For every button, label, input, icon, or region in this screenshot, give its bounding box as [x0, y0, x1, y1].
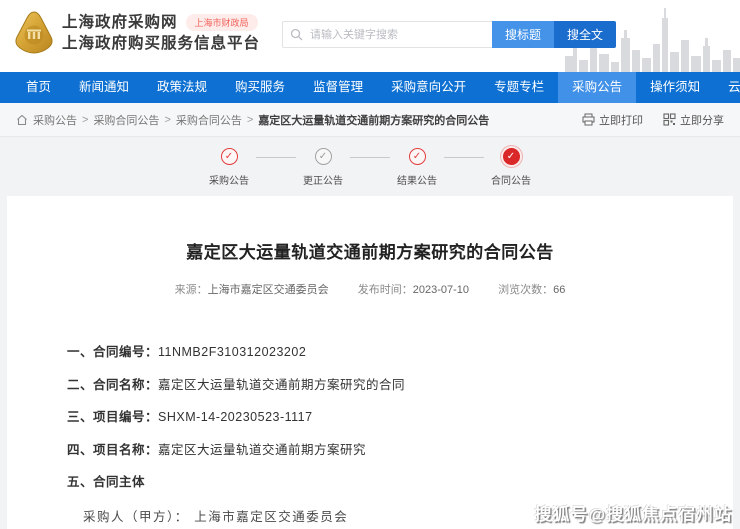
step-contract-announcement: ✓ 合同公告: [484, 148, 538, 187]
step-connector: [256, 157, 296, 158]
check-icon: ✓: [506, 150, 516, 162]
nav-item-intent-disclosure[interactable]: 采购意向公开: [377, 72, 480, 103]
contract-parties-heading: 五、合同主体: [67, 475, 146, 489]
nav-item-purchase-services[interactable]: 购买服务: [221, 72, 299, 103]
article-title: 嘉定区大运量轨道交通前期方案研究的合同公告: [186, 243, 554, 262]
step-procurement-announcement: ✓ 采购公告: [202, 148, 256, 187]
project-name-row: 四、项目名称：嘉定区大运量轨道交通前期方案研究: [67, 442, 367, 457]
search-icon: [290, 28, 303, 41]
site-subtitle: 上海政府购买服务信息平台: [62, 35, 261, 52]
breadcrumb-item[interactable]: 采购合同公告: [176, 112, 242, 128]
check-icon: ✓: [224, 150, 234, 162]
project-number-row: 三、项目编号：SHXM-14-20230523-1117: [67, 410, 313, 424]
step-connector: [350, 157, 390, 158]
sohu-watermark: 搜狐号@搜狐焦点宿州站: [534, 505, 732, 524]
breadcrumb-separator: >: [164, 113, 171, 126]
source-label: 来源：: [174, 284, 208, 296]
contract-name-row: 二、合同名称：嘉定区大运量轨道交通前期方案研究的合同: [67, 377, 406, 392]
print-button[interactable]: 立即打印: [582, 112, 643, 128]
views-label: 浏览次数：: [498, 284, 554, 296]
breadcrumb: 采购公告 > 采购合同公告 > 采购合同公告 > 嘉定区大运量轨道交通前期方案研…: [0, 103, 740, 137]
step-connector: [444, 157, 484, 158]
nav-item-special-columns[interactable]: 专题专栏: [480, 72, 558, 103]
search-input[interactable]: [282, 21, 492, 48]
finance-bureau-badge: 上海市财政局: [185, 14, 258, 31]
announcement-steps: ✓ 采购公告 ✓ 更正公告 ✓ 结果公告 ✓ 合同公告: [0, 137, 740, 195]
step-label: 更正公告: [303, 176, 343, 187]
contract-number-row: 一、合同编号：11NMB2F310312023202: [67, 345, 307, 359]
breadcrumb-item[interactable]: 采购公告: [33, 112, 77, 128]
qr-code-icon: [663, 113, 676, 126]
nav-item-news[interactable]: 新闻通知: [65, 72, 143, 103]
source-value: 上海市嘉定区交通委员会: [207, 284, 329, 296]
publish-date-value: 2023-07-10: [412, 284, 470, 296]
nav-item-cloud-trading-platform[interactable]: 云采交易平台: [714, 72, 740, 103]
publish-date-label: 发布时间：: [357, 284, 413, 296]
gov-procurement-logo-icon: [15, 11, 53, 54]
check-icon: ✓: [318, 150, 328, 162]
site-title: 上海政府采购网: [62, 14, 178, 31]
search-title-button[interactable]: 搜标题: [492, 21, 555, 48]
breadcrumb-separator: >: [246, 113, 254, 126]
nav-item-policies[interactable]: 政策法规: [143, 72, 221, 103]
check-icon: ✓: [412, 150, 422, 162]
page: 上海政府采购网 上海市财政局 上海政府购买服务信息平台 搜标题 搜全文: [0, 0, 740, 529]
step-label: 合同公告: [491, 176, 531, 187]
search-fulltext-button[interactable]: 搜全文: [554, 21, 617, 48]
article-card: 嘉定区大运量轨道交通前期方案研究的合同公告 来源：上海市嘉定区交通委员会 发布时…: [7, 196, 733, 529]
breadcrumb-item[interactable]: 采购合同公告: [93, 112, 159, 128]
step-correction-announcement: ✓ 更正公告: [296, 148, 350, 187]
nav-item-home[interactable]: 首页: [12, 72, 65, 103]
breadcrumb-separator: >: [82, 113, 89, 126]
home-icon: [17, 114, 27, 125]
printer-icon: [582, 113, 595, 126]
main-nav: 首页 新闻通知 政策法规 购买服务 监督管理 采购意向公开 专题专栏 采购公告 …: [0, 72, 740, 103]
nav-item-operation-guide[interactable]: 操作须知: [636, 72, 714, 103]
site-header: 上海政府采购网 上海市财政局 上海政府购买服务信息平台 搜标题 搜全文: [0, 0, 740, 72]
search-bar: 搜标题 搜全文: [282, 21, 617, 48]
share-button[interactable]: 立即分享: [663, 112, 724, 128]
nav-item-procurement-announcements[interactable]: 采购公告: [558, 72, 637, 103]
site-logo: 上海政府采购网 上海市财政局 上海政府购买服务信息平台: [14, 10, 260, 56]
article-meta: 来源：上海市嘉定区交通委员会 发布时间：2023-07-10 浏览次数：66: [7, 281, 733, 297]
breadcrumb-current: 嘉定区大运量轨道交通前期方案研究的合同公告: [258, 114, 490, 127]
step-label: 结果公告: [397, 176, 437, 187]
step-result-announcement: ✓ 结果公告: [390, 148, 444, 187]
nav-item-supervision[interactable]: 监督管理: [299, 72, 377, 103]
views-value: 66: [553, 284, 566, 296]
step-label: 采购公告: [209, 176, 249, 187]
